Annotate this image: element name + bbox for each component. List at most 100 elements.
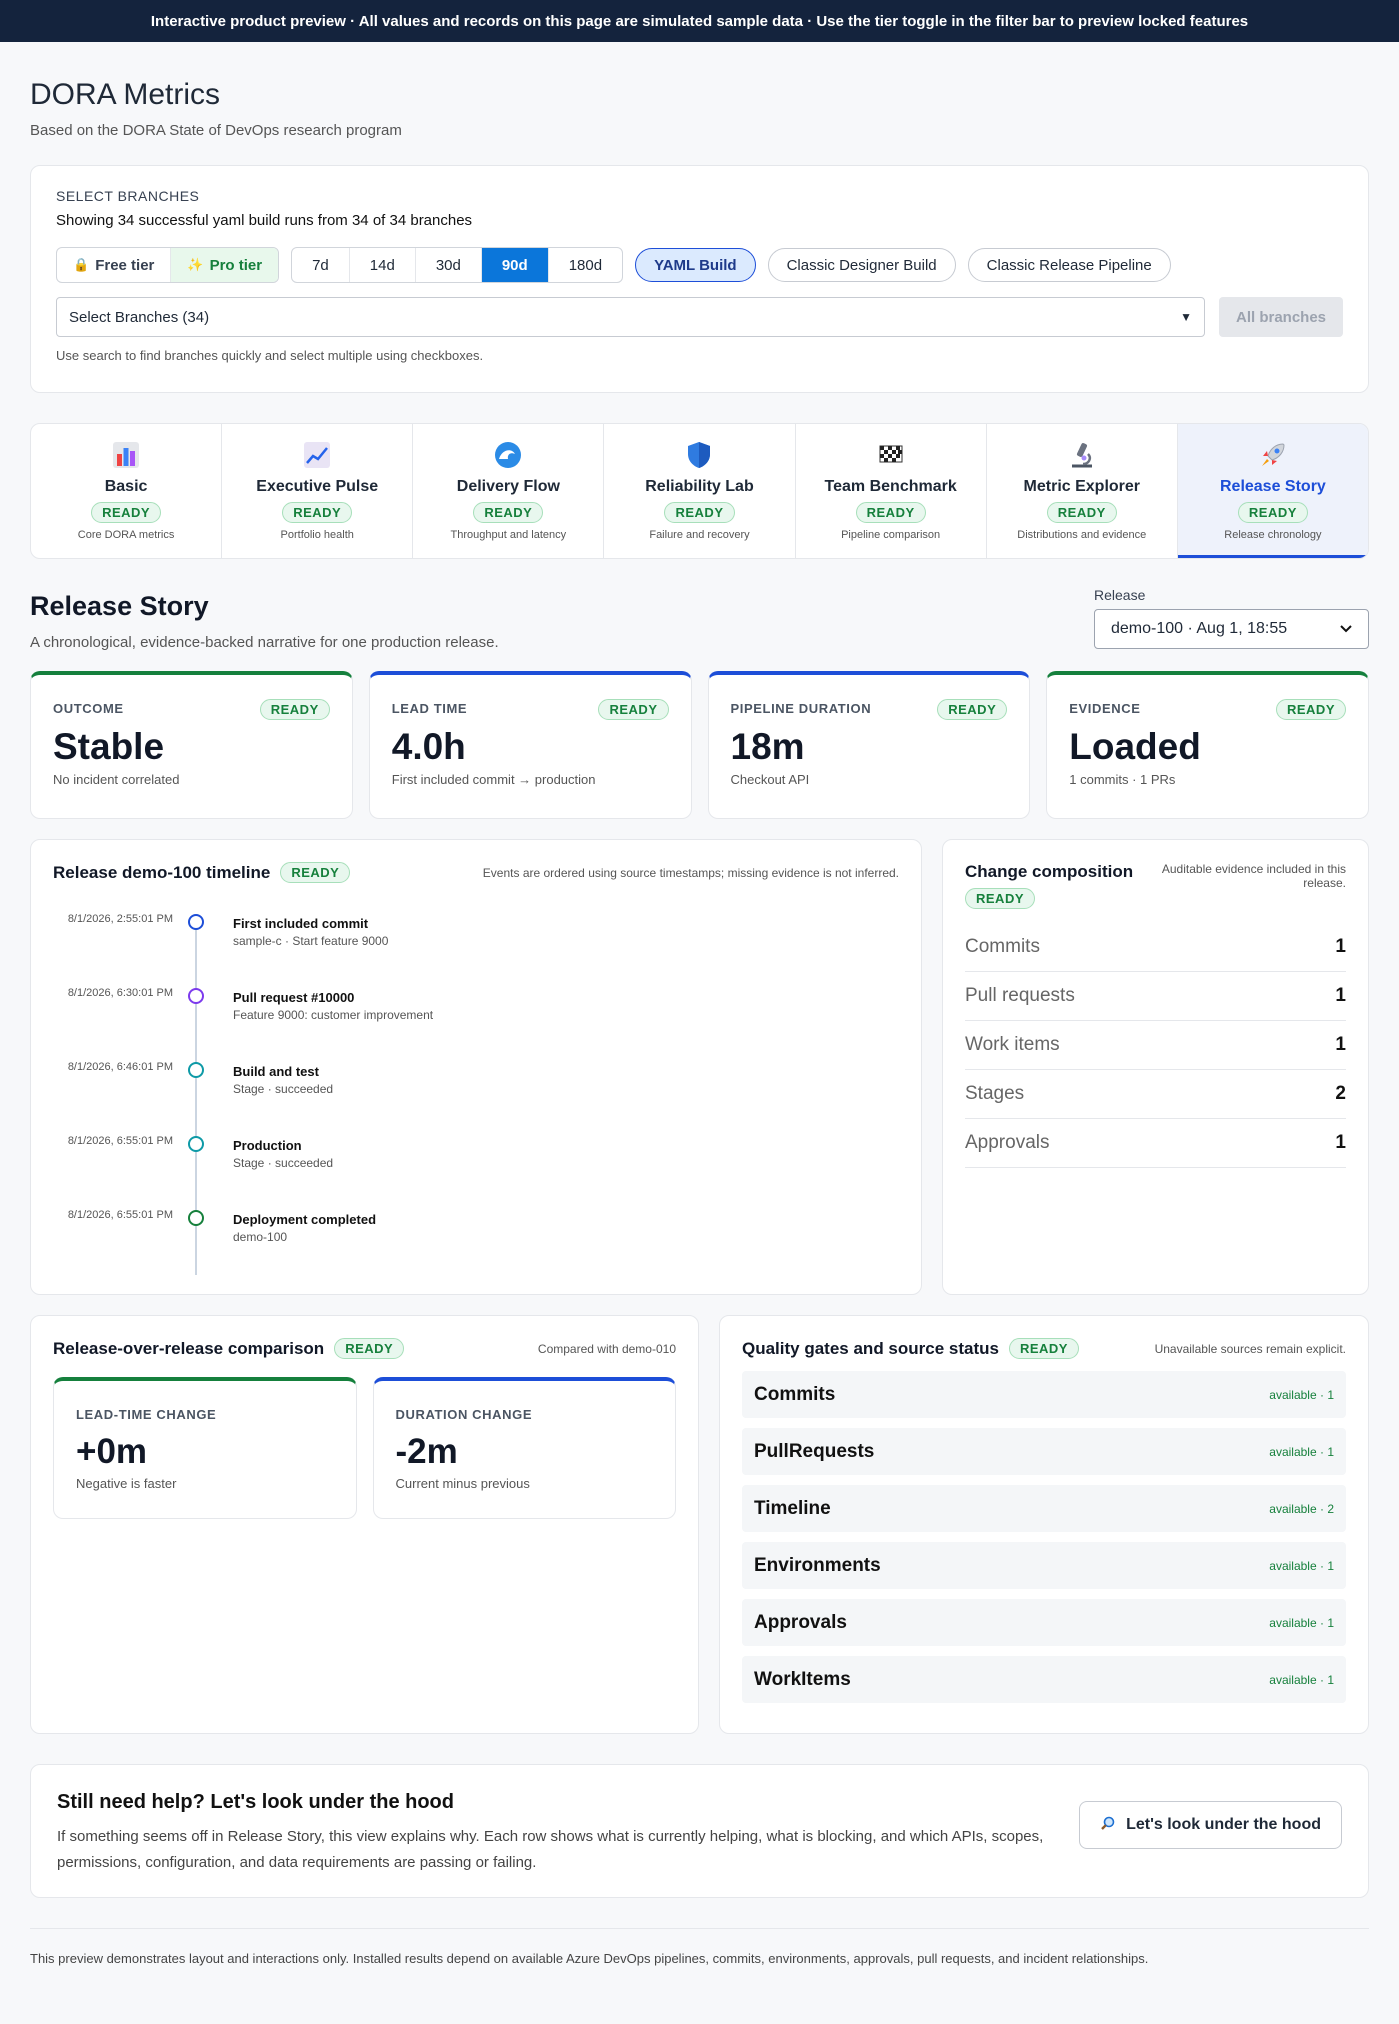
quality-note: Unavailable sources remain explicit. xyxy=(1154,1341,1346,1356)
source-status-row: WorkItems available · 1 xyxy=(742,1656,1346,1703)
kpi-subtext: 1 commits · 1 PRs xyxy=(1069,772,1176,787)
composition-row: Stages 2 xyxy=(965,1070,1346,1119)
classic-designer-build-pill[interactable]: Classic Designer Build xyxy=(767,248,956,282)
classic-release-pipeline-pill[interactable]: Classic Release Pipeline xyxy=(967,248,1171,282)
range-180d-button[interactable]: 180d xyxy=(549,248,622,282)
quality-gates-card: Quality gates and source status READY Un… xyxy=(719,1315,1369,1734)
tab-label: Release Story xyxy=(1219,478,1326,495)
status-badge: READY xyxy=(1237,502,1308,523)
source-status-row: Approvals available · 1 xyxy=(742,1599,1346,1646)
wave-icon xyxy=(493,438,523,472)
tab-description: Throughput and latency xyxy=(450,529,567,541)
composition-list: Commits 1 Pull requests 1 Work items 1 S… xyxy=(965,923,1346,1168)
footer-note: This preview demonstrates layout and int… xyxy=(30,1928,1369,1966)
status-badge: READY xyxy=(282,502,353,523)
status-badge: READY xyxy=(1046,502,1117,523)
quality-title: Quality gates and source status xyxy=(742,1338,999,1358)
kpi-value: 4.0h xyxy=(391,726,466,767)
source-status: available · 1 xyxy=(1269,1387,1334,1402)
event-meta: demo-100 xyxy=(233,1230,288,1244)
release-timeline-card: Release demo-100 timeline READY Events a… xyxy=(30,839,922,1295)
event-time: 8/1/2026, 6:55:01 PM xyxy=(67,1209,173,1221)
release-select-label: Release xyxy=(1094,587,1146,603)
timeline-event: 8/1/2026, 6:55:01 PM Deployment complete… xyxy=(53,1207,899,1244)
event-time: 8/1/2026, 6:30:01 PM xyxy=(67,987,173,999)
composition-label: Pull requests xyxy=(965,985,1075,1006)
yaml-build-pill[interactable]: YAML Build xyxy=(635,248,756,282)
tab-executive-pulse[interactable]: Executive Pulse READY Portfolio health xyxy=(222,424,414,558)
help-text: If something seems off in Release Story,… xyxy=(57,1828,1044,1871)
tab-delivery-flow[interactable]: Delivery Flow READY Throughput and laten… xyxy=(413,424,605,558)
help-title: Still need help? Let's look under the ho… xyxy=(57,1791,454,1813)
event-time: 8/1/2026, 6:46:01 PM xyxy=(67,1061,173,1073)
kpi-value: Loaded xyxy=(1069,726,1201,767)
kpi-value: 18m xyxy=(730,726,805,767)
status-badge: READY xyxy=(1275,699,1346,720)
range-7d-button[interactable]: 7d xyxy=(292,248,350,282)
free-tier-button[interactable]: 🔒 Free tier xyxy=(57,248,172,282)
tab-description: Pipeline comparison xyxy=(841,529,941,541)
branch-select-dropdown[interactable]: Select Branches (34) ▼ xyxy=(56,297,1205,337)
composition-row: Pull requests 1 xyxy=(965,972,1346,1021)
status-badge: READY xyxy=(965,888,1036,909)
bar-chart-icon xyxy=(111,438,141,472)
range-90d-button[interactable]: 90d xyxy=(481,248,549,282)
timeline-dot-icon xyxy=(188,988,204,1004)
tab-description: Release chronology xyxy=(1224,529,1322,541)
tab-label: Executive Pulse xyxy=(256,478,379,495)
composition-label: Work items xyxy=(965,1034,1060,1055)
release-comparison-card: Release-over-release comparison READY Co… xyxy=(30,1315,699,1734)
page-subtitle: Based on the DORA State of DevOps resear… xyxy=(30,122,402,139)
range-30d-button[interactable]: 30d xyxy=(416,248,482,282)
time-range-selector: 7d 14d 30d 90d 180d xyxy=(291,247,624,283)
composition-value: 1 xyxy=(1335,1132,1346,1153)
range-14d-button[interactable]: 14d xyxy=(350,248,416,282)
status-badge: READY xyxy=(280,862,351,883)
timeline-dot-icon xyxy=(188,914,204,930)
trend-chart-icon xyxy=(302,438,332,472)
tab-basic[interactable]: Basic READY Core DORA metrics xyxy=(31,424,223,558)
timeline-title: Release demo-100 timeline xyxy=(53,862,271,882)
delta-value: +0m xyxy=(76,1432,148,1471)
timeline-event: 8/1/2026, 6:30:01 PM Pull request #10000… xyxy=(53,985,899,1022)
composition-label: Commits xyxy=(965,936,1040,957)
status-badge: READY xyxy=(855,502,926,523)
kpi-subtext: First included commit → production xyxy=(391,772,596,787)
status-badge: READY xyxy=(598,699,669,720)
tab-release-story[interactable]: Release Story READY Release chronology xyxy=(1177,424,1368,558)
look-under-hood-button[interactable]: Let's look under the hood xyxy=(1079,1801,1342,1849)
event-name: Production xyxy=(233,1138,302,1153)
release-story-title: Release Story xyxy=(30,591,209,621)
preview-banner: Interactive product preview · All values… xyxy=(0,0,1399,42)
kpi-outcome: OUTCOME READY Stable No incident correla… xyxy=(30,671,353,819)
status-badge: READY xyxy=(664,502,735,523)
source-name: Approvals xyxy=(754,1611,847,1633)
tab-team-benchmark[interactable]: Team Benchmark READY Pipeline comparison xyxy=(796,424,987,558)
release-select[interactable]: demo-100 · Aug 1, 18:55 xyxy=(1094,609,1369,649)
view-tabs: Basic READY Core DORA metrics Executive … xyxy=(30,423,1369,559)
release-select-value: demo-100 · Aug 1, 18:55 xyxy=(1111,620,1288,637)
delta-value: -2m xyxy=(395,1432,458,1471)
rocket-icon xyxy=(1258,438,1288,472)
source-status-list: Commits available · 1 PullRequests avail… xyxy=(742,1371,1346,1703)
source-status-row: Timeline available · 2 xyxy=(742,1485,1346,1532)
kpi-pipeline-duration: PIPELINE DURATION READY 18m Checkout API xyxy=(707,671,1031,819)
tab-metric-explorer[interactable]: Metric Explorer READY Distributions and … xyxy=(987,424,1178,558)
chevron-down-icon xyxy=(1340,620,1352,638)
event-meta: Feature 9000: customer improvement xyxy=(233,1008,434,1022)
status-badge: READY xyxy=(1008,1338,1079,1359)
all-branches-button[interactable]: All branches xyxy=(1219,297,1343,337)
event-meta: Stage · succeeded xyxy=(233,1156,334,1170)
source-name: Commits xyxy=(754,1383,836,1405)
pro-tier-button[interactable]: ✨ Pro tier xyxy=(171,248,279,282)
kpi-subtext: Checkout API xyxy=(730,772,810,787)
source-name: Timeline xyxy=(754,1497,831,1519)
status-badge: READY xyxy=(259,699,330,720)
tab-reliability-lab[interactable]: Reliability Lab READY Failure and recove… xyxy=(604,424,796,558)
branch-selection-panel: SELECT BRANCHES Showing 34 successful ya… xyxy=(30,165,1369,393)
timeline-event: 8/1/2026, 6:55:01 PM Production Stage · … xyxy=(53,1133,899,1170)
source-status: available · 1 xyxy=(1269,1558,1334,1573)
tab-label: Delivery Flow xyxy=(456,478,560,495)
branch-search-hint: Use search to find branches quickly and … xyxy=(56,348,484,363)
timeline-event: 8/1/2026, 6:46:01 PM Build and test Stag… xyxy=(53,1059,899,1096)
